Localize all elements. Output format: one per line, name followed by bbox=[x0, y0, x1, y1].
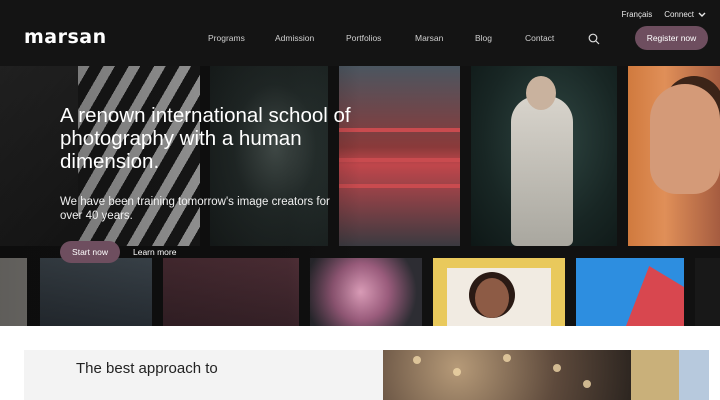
nav-item-portfolios[interactable]: Portfolios bbox=[346, 33, 381, 43]
hero-photo bbox=[628, 66, 720, 246]
content-section: The best approach to bbox=[0, 326, 720, 400]
nav-item-blog[interactable]: Blog bbox=[475, 33, 492, 43]
learn-more-link[interactable]: Learn more bbox=[133, 247, 176, 257]
top-utility-bar: Français Connect bbox=[622, 10, 706, 19]
search-icon[interactable] bbox=[588, 33, 600, 45]
register-button[interactable]: Register now bbox=[635, 26, 708, 50]
feature-photo bbox=[383, 350, 631, 400]
nav-item-programs[interactable]: Programs bbox=[208, 33, 245, 43]
nav-item-contact[interactable]: Contact bbox=[525, 33, 554, 43]
site-header: Français Connect marsan Programs Admissi… bbox=[0, 0, 720, 66]
feature-photo bbox=[631, 350, 679, 400]
hero-photo bbox=[576, 258, 684, 326]
section-title: The best approach to bbox=[76, 360, 218, 377]
nav-item-admission[interactable]: Admission bbox=[275, 33, 314, 43]
language-link[interactable]: Français bbox=[622, 10, 653, 19]
nav-item-marsan[interactable]: Marsan bbox=[415, 33, 443, 43]
feature-photo bbox=[679, 350, 709, 400]
connect-menu[interactable]: Connect bbox=[664, 10, 706, 19]
connect-label: Connect bbox=[664, 10, 694, 19]
hero-subline: We have been training tomorrow's image c… bbox=[60, 196, 330, 222]
hero-photo bbox=[695, 258, 720, 326]
hero-photo bbox=[471, 66, 617, 246]
hero-photo bbox=[433, 258, 565, 326]
logo[interactable]: marsan bbox=[24, 26, 107, 48]
start-now-button[interactable]: Start now bbox=[60, 241, 120, 263]
chevron-down-icon bbox=[698, 12, 706, 17]
hero-headline: A renown international school of photogr… bbox=[60, 104, 351, 173]
